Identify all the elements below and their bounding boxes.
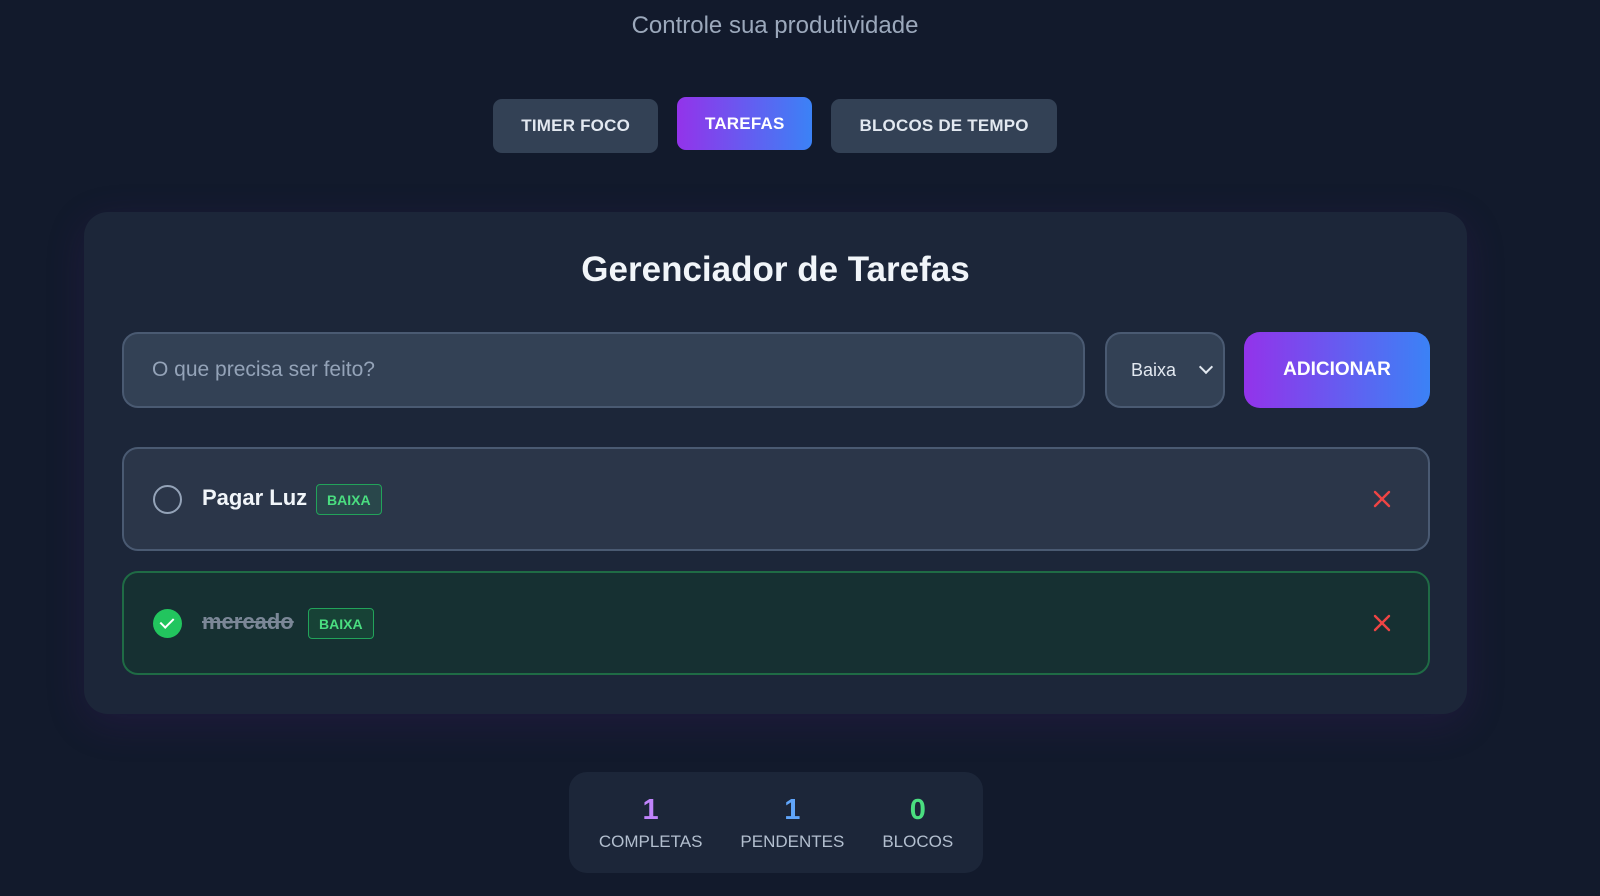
stat-label: COMPLETAS xyxy=(598,832,703,851)
stat-label: BLOCOS xyxy=(882,832,954,851)
priority-select[interactable]: Baixa xyxy=(1105,332,1225,408)
stat-completas: 1 COMPLETAS xyxy=(599,794,703,873)
chevron-down-icon xyxy=(1198,359,1214,375)
task-text: mercado xyxy=(202,609,294,634)
page-subtitle: Controle sua produtividade xyxy=(631,12,919,39)
tab-blocos-de-tempo[interactable]: BLOCOS DE TEMPO xyxy=(831,99,1057,153)
stat-value: 1 xyxy=(784,794,801,826)
task-item: Pagar Luz BAIXA xyxy=(122,447,1430,551)
stat-blocos: 0 BLOCOS xyxy=(882,794,953,873)
task-checkbox[interactable] xyxy=(153,485,182,514)
task-manager-card: Gerenciador de Tarefas Baixa ADICIONAR P… xyxy=(84,212,1467,714)
tab-timer-foco[interactable]: TIMER FOCO xyxy=(493,99,658,153)
tab-tarefas[interactable]: TAREFAS xyxy=(677,97,813,150)
delete-icon[interactable] xyxy=(1372,489,1392,509)
task-text: Pagar Luz xyxy=(202,485,308,510)
stat-label: PENDENTES xyxy=(740,832,845,851)
stat-value: 1 xyxy=(642,794,659,826)
stats-panel: 1 COMPLETAS 1 PENDENTES 0 BLOCOS xyxy=(569,772,983,873)
stat-pendentes: 1 PENDENTES xyxy=(740,794,844,873)
new-task-input[interactable] xyxy=(122,332,1085,408)
tab-bar: TIMER FOCO TAREFAS BLOCOS DE TEMPO xyxy=(0,97,1550,153)
priority-badge: BAIXA xyxy=(308,608,374,639)
add-task-button[interactable]: ADICIONAR xyxy=(1244,332,1430,408)
delete-icon[interactable] xyxy=(1372,613,1392,633)
priority-badge: BAIXA xyxy=(316,484,382,515)
task-manager-title: Gerenciador de Tarefas xyxy=(581,250,970,289)
priority-select-value: Baixa xyxy=(1131,359,1177,380)
task-item-completed: mercado BAIXA xyxy=(122,571,1430,675)
task-checkbox-checked[interactable] xyxy=(153,609,182,638)
stat-value: 0 xyxy=(909,794,926,826)
